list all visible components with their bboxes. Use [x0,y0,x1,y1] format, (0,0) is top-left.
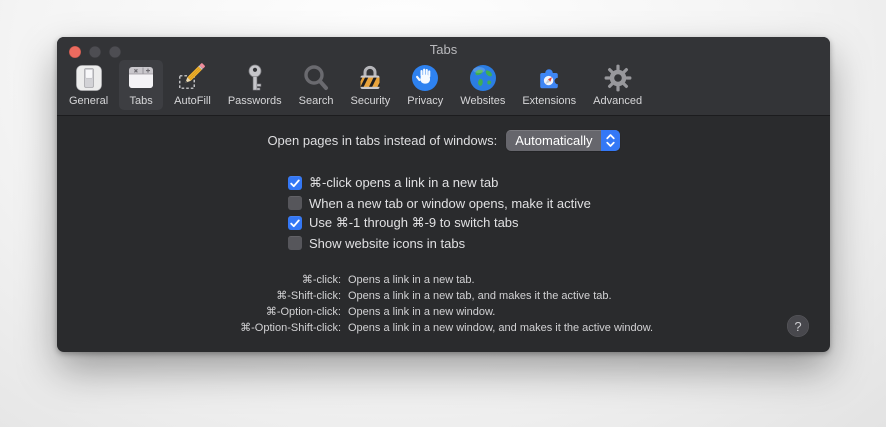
privacy-hand-icon [409,62,441,94]
open-pages-label: Open pages in tabs instead of windows: [267,133,498,148]
checkbox-unchecked-icon[interactable] [288,196,302,210]
shortcut-help-list: ⌘-click: Opens a link in a new tab. ⌘-Shif… [57,274,653,335]
open-pages-popup-value: Automatically [515,133,593,148]
toolbar-item-label: Advanced [593,95,643,107]
shortcut-description: Opens a link in a new tab, and makes it … [348,290,612,302]
toolbar-item-autofill[interactable]: AutoFill [168,60,217,110]
checkbox-row[interactable]: ⌘-click opens a link in a new tab [288,175,591,191]
checkbox-label: When a new tab or window opens, make it … [309,195,591,211]
shortcut-description: Opens a link in a new window. [348,306,496,318]
toolbar-item-extensions[interactable]: Extensions [516,60,582,110]
shortcut-key: ⌘-click: [301,274,341,286]
toolbar-item-search[interactable]: Search [293,60,340,110]
toolbar-item-label: Extensions [522,95,577,107]
toolbar-item-general[interactable]: General [63,60,114,110]
shortcut-description: Opens a link in a new window, and makes … [348,322,654,334]
toolbar-item-label: Websites [460,95,506,107]
shortcut-key: ⌘-Option-click: [265,306,341,318]
checkbox-unchecked-icon[interactable] [288,236,302,250]
toolbar-item-label: Search [298,95,334,107]
checkbox-label: Show website icons in tabs [309,235,466,251]
toolbar-item-security[interactable]: Security [344,60,396,110]
open-pages-popup-button[interactable]: Automatically [506,130,620,151]
websites-globe-icon [467,62,499,94]
checkbox-label: Use ⌘-1 through ⌘-9 to switch tabs [309,215,519,230]
search-magnifier-icon [300,62,332,94]
window-title: Tabs [429,42,458,57]
titlebar[interactable]: Tabs General Tabs AutoFill Passwords Search S… [57,37,830,116]
toolbar-item-label: Passwords [227,95,282,107]
toolbar-item-label: Privacy [407,95,444,107]
popup-stepper-icon [600,130,620,151]
toolbar-item-label: Security [350,95,391,107]
extensions-puzzle-icon [533,62,565,94]
checkbox-checked-icon[interactable] [288,176,302,190]
tabs-window-icon [125,62,157,94]
checkbox-row[interactable]: Show website icons in tabs [288,235,591,251]
shortcut-description: Opens a link in a new tab. [348,274,475,286]
advanced-gear-icon [602,62,634,94]
preferences-window: Tabs General Tabs AutoFill Passwords Search S… [57,37,830,352]
general-switch-icon [73,62,105,94]
toolbar-item-websites[interactable]: Websites [454,60,511,110]
security-lock-icon [354,62,386,94]
checkbox-label: ⌘-click opens a link in a new tab [309,175,499,190]
toolbar-item-advanced[interactable]: Advanced [587,60,648,110]
toolbar-item-label: Tabs [129,95,153,107]
toolbar: General Tabs AutoFill Passwords Search Securi… [63,60,648,110]
passwords-key-icon [239,62,271,94]
toolbar-item-passwords[interactable]: Passwords [222,60,288,110]
toolbar-item-privacy[interactable]: Privacy [401,60,449,110]
toolbar-item-tabs[interactable]: Tabs [119,60,164,110]
open-pages-row: Open pages in tabs instead of windows: A… [57,130,830,151]
autofill-pencil-icon [176,62,208,94]
toolbar-item-label: AutoFill [174,95,211,107]
checkbox-group: ⌘-click opens a link in a new tab When a … [288,175,591,251]
checkbox-checked-icon[interactable] [288,216,302,230]
tabs-pane: Open pages in tabs instead of windows: A… [57,117,830,352]
help-button[interactable]: ? [787,315,809,337]
checkbox-row[interactable]: When a new tab or window opens, make it … [288,195,591,211]
checkbox-row[interactable]: Use ⌘-1 through ⌘-9 to switch tabs [288,215,591,231]
toolbar-item-label: General [69,95,109,107]
shortcut-key: ⌘-Shift-click: [276,290,341,302]
shortcut-key: ⌘-Option-Shift-click: [240,322,341,334]
